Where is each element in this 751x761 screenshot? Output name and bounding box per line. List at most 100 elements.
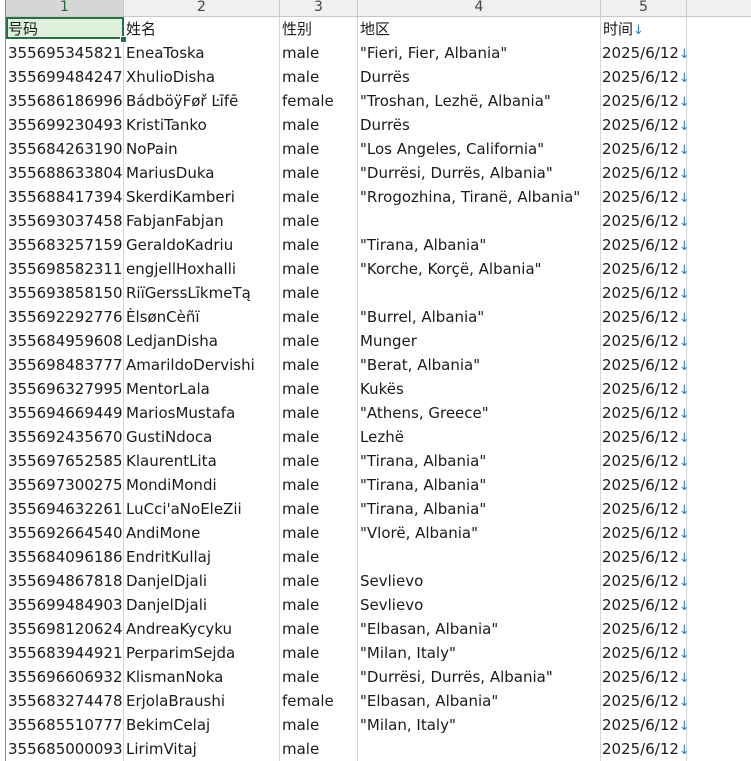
cell-gender[interactable]: male — [280, 113, 358, 137]
cell-name[interactable]: AndiMone — [124, 521, 280, 545]
header-cell-name[interactable]: 姓名 — [124, 17, 280, 41]
cell-phone[interactable]: 355699484247 — [6, 65, 124, 89]
cell-name[interactable]: DanjelDjali — [124, 569, 280, 593]
cell-phone[interactable]: 355699230493 — [6, 113, 124, 137]
cell-gender[interactable]: male — [280, 161, 358, 185]
cell-gender[interactable]: male — [280, 65, 358, 89]
cell-phone[interactable]: 355683257159 — [6, 233, 124, 257]
cell-time[interactable]: 2025/6/12↓ — [601, 257, 687, 281]
cell-region[interactable] — [358, 281, 601, 305]
header-cell-region[interactable]: 地区 — [358, 17, 601, 41]
cell-gender[interactable]: male — [280, 497, 358, 521]
cell-region[interactable]: "Milan, Italy" — [358, 713, 601, 737]
cell-name[interactable]: SkerdiKamberi — [124, 185, 280, 209]
cell-time[interactable]: 2025/6/12↓ — [601, 425, 687, 449]
cell-gender[interactable]: male — [280, 137, 358, 161]
cell-phone[interactable]: 355686186996 — [6, 89, 124, 113]
cell-region[interactable]: "Tirana, Albania" — [358, 497, 601, 521]
cell-name[interactable]: BádböÿFøř Ŀīfē — [124, 89, 280, 113]
cell-phone[interactable]: 355693037458 — [6, 209, 124, 233]
cell-name[interactable]: GeraldoKadriu — [124, 233, 280, 257]
cell-phone[interactable]: 355685510777 — [6, 713, 124, 737]
cell-region[interactable]: "Durrësi, Durrës, Albania" — [358, 665, 601, 689]
cell-time[interactable]: 2025/6/12↓ — [601, 305, 687, 329]
cell-gender[interactable]: male — [280, 737, 358, 761]
cell-region[interactable]: "Korche, Korçë, Albania" — [358, 257, 601, 281]
cell-gender[interactable]: male — [280, 449, 358, 473]
cell-name[interactable]: MariusDuka — [124, 161, 280, 185]
cell-gender[interactable]: female — [280, 689, 358, 713]
cell-phone[interactable]: 355683944921 — [6, 641, 124, 665]
cell-gender[interactable]: male — [280, 257, 358, 281]
cell-gender[interactable]: male — [280, 641, 358, 665]
cell-phone[interactable]: 355694867818 — [6, 569, 124, 593]
cell-region[interactable] — [358, 737, 601, 761]
cell-time[interactable]: 2025/6/12↓ — [601, 353, 687, 377]
cell-phone[interactable]: 355697300275 — [6, 473, 124, 497]
cell-gender[interactable]: male — [280, 185, 358, 209]
cell-region[interactable]: "Los Angeles, California" — [358, 137, 601, 161]
cell-region[interactable]: Durrës — [358, 113, 601, 137]
cell-region[interactable]: "Tirana, Albania" — [358, 233, 601, 257]
cell-phone[interactable]: 355684096186 — [6, 545, 124, 569]
cell-time[interactable]: 2025/6/12↓ — [601, 401, 687, 425]
cell-time[interactable]: 2025/6/12↓ — [601, 65, 687, 89]
cell-phone[interactable]: 355694669449 — [6, 401, 124, 425]
cell-phone[interactable]: 355698120624 — [6, 617, 124, 641]
header-cell-gender[interactable]: 性别 — [280, 17, 358, 41]
cell-name[interactable]: GustiNdoca — [124, 425, 280, 449]
cell-region[interactable]: "Durrësi, Durrës, Albania" — [358, 161, 601, 185]
cell-time[interactable]: 2025/6/12↓ — [601, 161, 687, 185]
cell-phone[interactable]: 355692435670 — [6, 425, 124, 449]
cell-gender[interactable]: female — [280, 89, 358, 113]
cell-phone[interactable]: 355697652585 — [6, 449, 124, 473]
cell-region[interactable]: Lezhë — [358, 425, 601, 449]
cell-phone[interactable]: 355683274478 — [6, 689, 124, 713]
cell-region[interactable]: "Troshan, Lezhë, Albania" — [358, 89, 601, 113]
cell-phone[interactable]: 355696327995 — [6, 377, 124, 401]
cell-time[interactable]: 2025/6/12↓ — [601, 329, 687, 353]
cell-region[interactable] — [358, 545, 601, 569]
cell-region[interactable]: "Rrogozhina, Tiranë, Albania" — [358, 185, 601, 209]
cell-time[interactable]: 2025/6/12↓ — [601, 713, 687, 737]
cell-phone[interactable]: 355688633804 — [6, 161, 124, 185]
cell-gender[interactable]: male — [280, 425, 358, 449]
cell-name[interactable]: XhulioDisha — [124, 65, 280, 89]
cell-region[interactable]: "Elbasan, Albania" — [358, 617, 601, 641]
cell-gender[interactable]: male — [280, 353, 358, 377]
cell-region[interactable]: Durrës — [358, 65, 601, 89]
cell-region[interactable]: "Tirana, Albania" — [358, 473, 601, 497]
cell-time[interactable]: 2025/6/12↓ — [601, 497, 687, 521]
cell-phone[interactable]: 355688417394 — [6, 185, 124, 209]
cell-time[interactable]: 2025/6/12↓ — [601, 233, 687, 257]
header-cell-phone[interactable]: 号码 — [6, 17, 124, 41]
column-header-1[interactable]: 1 — [6, 0, 124, 16]
cell-region[interactable]: "Burrel, Albania" — [358, 305, 601, 329]
column-header-2[interactable]: 2 — [124, 0, 280, 16]
cell-phone[interactable]: 355693858150 — [6, 281, 124, 305]
cell-phone[interactable]: 355692664540 — [6, 521, 124, 545]
cell-phone[interactable]: 355684263190 — [6, 137, 124, 161]
cell-region[interactable]: Munger — [358, 329, 601, 353]
cell-time[interactable]: 2025/6/12↓ — [601, 281, 687, 305]
cell-phone[interactable]: 355698483777 — [6, 353, 124, 377]
cell-gender[interactable]: male — [280, 305, 358, 329]
cell-gender[interactable]: male — [280, 569, 358, 593]
cell-region[interactable]: Sevlievo — [358, 569, 601, 593]
sort-arrow-icon[interactable]: ↓ — [633, 23, 644, 38]
column-header-3[interactable]: 3 — [280, 0, 358, 16]
cell-name[interactable]: LirimVitaj — [124, 737, 280, 761]
cell-name[interactable]: KlismanNoka — [124, 665, 280, 689]
cell-gender[interactable]: male — [280, 473, 358, 497]
cell-gender[interactable]: male — [280, 209, 358, 233]
cell-time[interactable]: 2025/6/12↓ — [601, 689, 687, 713]
cell-time[interactable]: 2025/6/12↓ — [601, 473, 687, 497]
cell-region[interactable] — [358, 209, 601, 233]
cell-phone[interactable]: 355694632261 — [6, 497, 124, 521]
cell-region[interactable]: "Athens, Greece" — [358, 401, 601, 425]
cell-region[interactable]: "Berat, Albania" — [358, 353, 601, 377]
column-header-4[interactable]: 4 — [358, 0, 601, 16]
cell-gender[interactable]: male — [280, 713, 358, 737]
cell-time[interactable]: 2025/6/12↓ — [601, 617, 687, 641]
cell-name[interactable]: KristiTanko — [124, 113, 280, 137]
